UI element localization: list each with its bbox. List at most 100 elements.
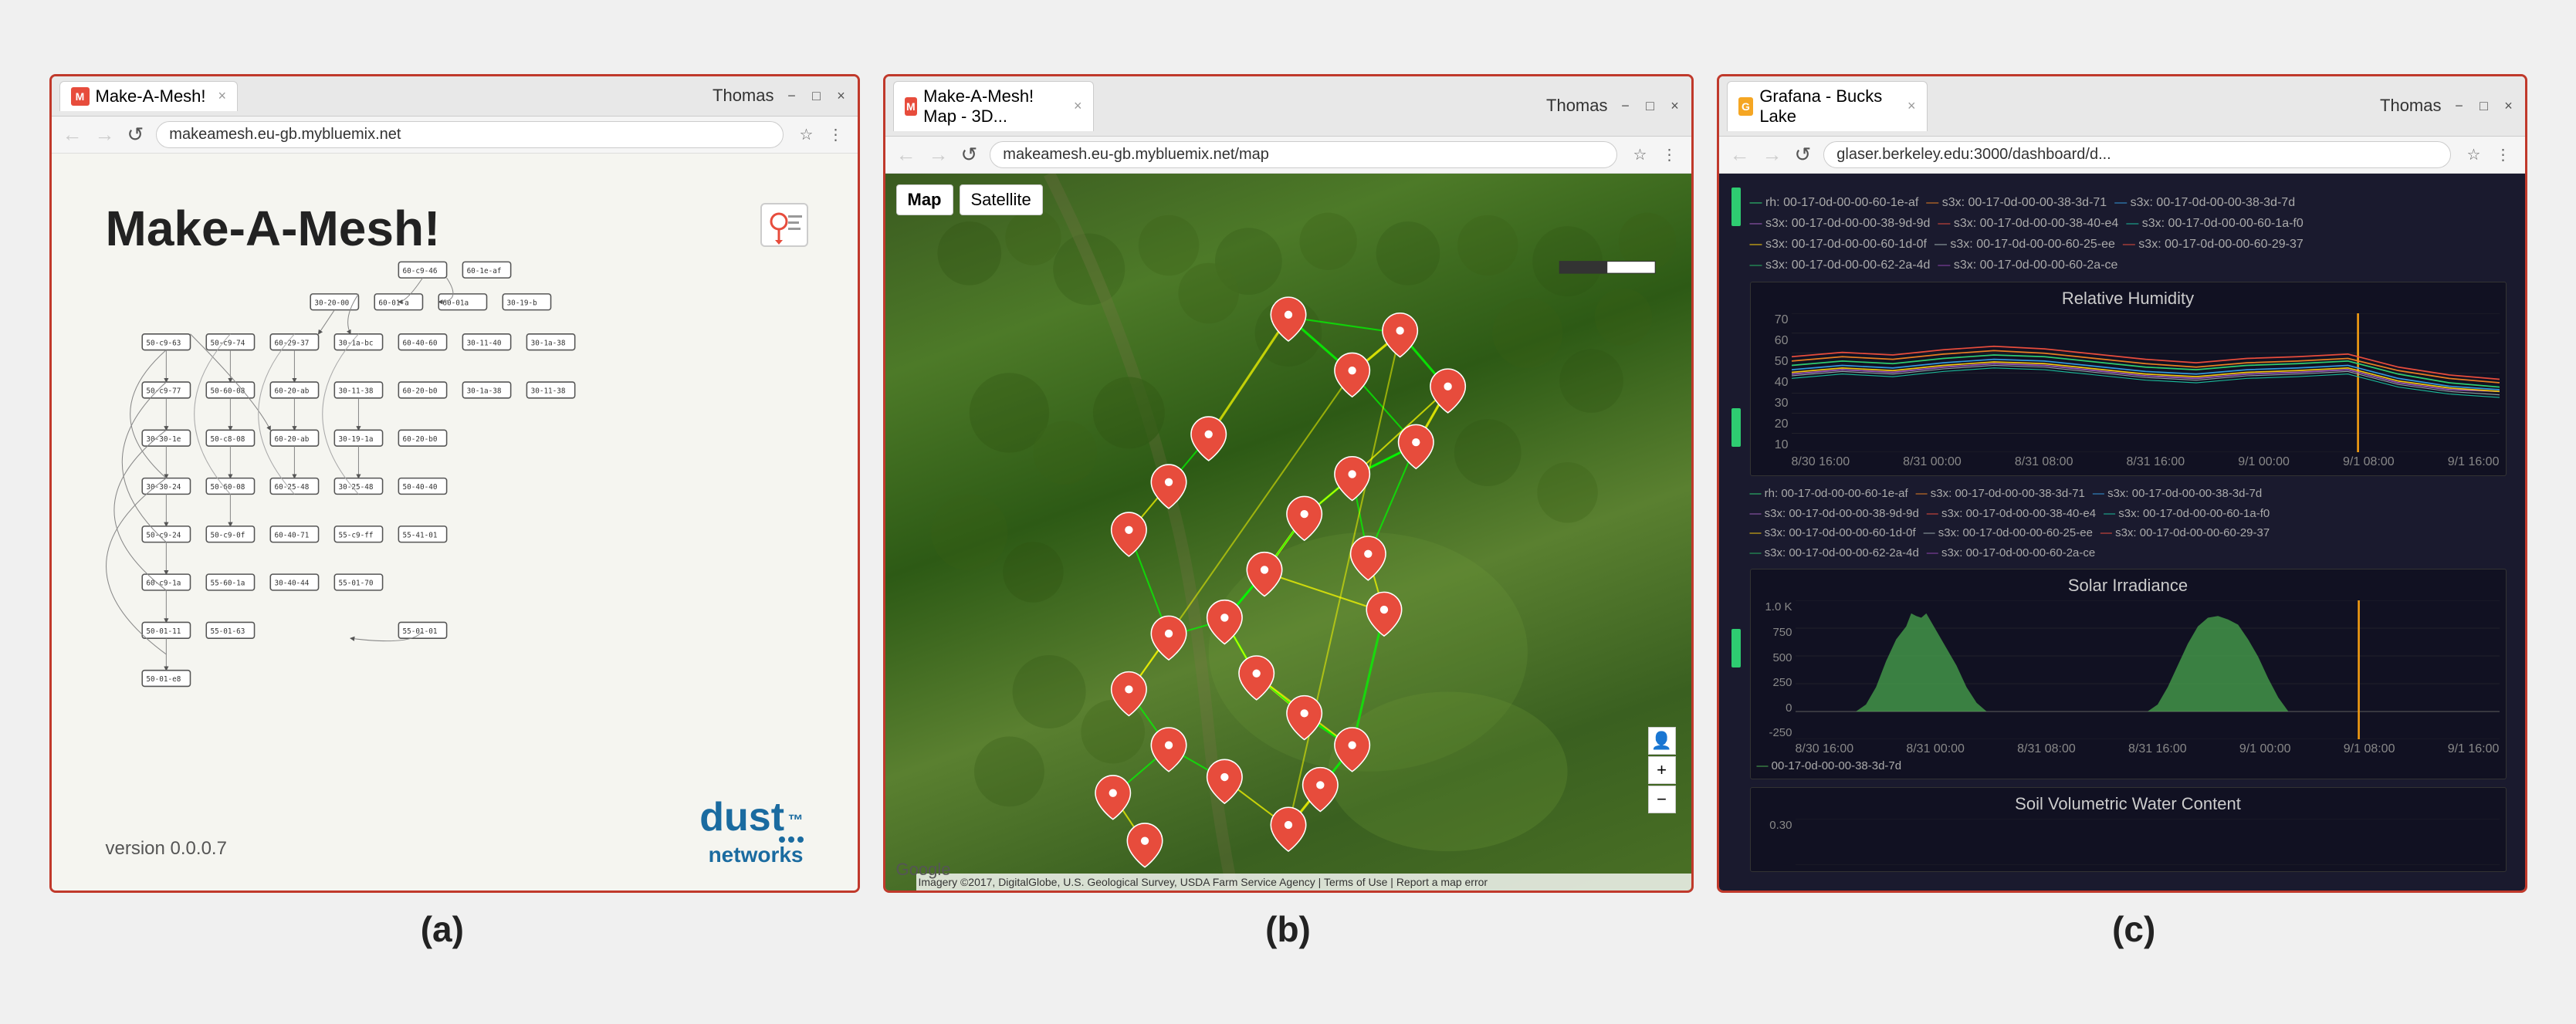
- chart-soil-y-axis: 0.30: [1757, 819, 1796, 865]
- sidebar-indicator-1: [1731, 188, 1741, 226]
- svg-text:60-20-ab: 60-20-ab: [274, 387, 309, 395]
- bookmark-icon-a[interactable]: ☆: [796, 123, 817, 145]
- chart-solar-y-axis: 1.0 K7505002500-250: [1757, 600, 1796, 739]
- svg-text:60-01a: 60-01a: [442, 299, 469, 307]
- minimize-btn-c[interactable]: −: [2451, 97, 2468, 114]
- svg-text:60-c9-46: 60-c9-46: [402, 267, 437, 275]
- svg-text:60-40-60: 60-40-60: [402, 339, 437, 347]
- menu-icon-a[interactable]: ⋮: [825, 123, 847, 145]
- map-view-btn[interactable]: Map: [896, 184, 953, 215]
- close-btn-c[interactable]: ×: [2500, 97, 2517, 114]
- bookmark-icon-b[interactable]: ☆: [1630, 144, 1651, 165]
- svg-text:60-20-ab: 60-20-ab: [274, 434, 309, 443]
- close-btn-b[interactable]: ×: [1667, 97, 1684, 114]
- svg-text:50-40-40: 50-40-40: [402, 483, 437, 492]
- browser-actions-a: ☆ ⋮: [796, 123, 847, 145]
- svg-text:30-11-38: 30-11-38: [338, 387, 373, 395]
- refresh-btn-c[interactable]: ↺: [1795, 143, 1812, 167]
- addressbar-a: ← → ↺ ☆ ⋮: [52, 117, 858, 154]
- dust-logo: dust ™ networks: [699, 794, 803, 867]
- tab-close-c[interactable]: ×: [1907, 98, 1916, 114]
- svg-text:55-60-1a: 55-60-1a: [210, 579, 245, 587]
- satellite-view-btn[interactable]: Satellite: [960, 184, 1043, 215]
- back-btn-c[interactable]: ←: [1730, 143, 1750, 167]
- addressbar-b: ← → ↺ ☆ ⋮: [885, 137, 1691, 174]
- svg-text:50-01-11: 50-01-11: [146, 627, 181, 636]
- content-c: — rh: 00-17-0d-00-00-60-1e-af — s3x: 00-…: [1719, 174, 2525, 891]
- map-pin-icon: [757, 200, 811, 254]
- svg-text:50-c8-08: 50-c8-08: [210, 434, 245, 443]
- forward-btn-a[interactable]: →: [95, 123, 115, 147]
- chart-solar-legend: — 00-17-0d-00-00-38-3d-7d: [1757, 759, 2500, 772]
- user-name-a: Thomas: [713, 86, 773, 106]
- refresh-btn-b[interactable]: ↺: [961, 143, 978, 167]
- svg-text:55-01-70: 55-01-70: [338, 579, 373, 587]
- svg-text:50-c9-77: 50-c9-77: [146, 387, 181, 395]
- forward-btn-b[interactable]: →: [929, 143, 949, 167]
- label-a: (a): [31, 908, 854, 950]
- svg-text:60-c9-1a: 60-c9-1a: [146, 579, 181, 587]
- chart-soil-area: 0.30: [1757, 819, 2500, 865]
- svg-text:30-40-44: 30-40-44: [274, 579, 309, 587]
- tab-b[interactable]: M Make-A-Mesh! Map - 3D... ×: [893, 81, 1094, 131]
- svg-text:50-c9-63: 50-c9-63: [146, 339, 181, 347]
- menu-icon-b[interactable]: ⋮: [1659, 144, 1681, 165]
- tab-close-b[interactable]: ×: [1074, 98, 1082, 114]
- grafana-main: — rh: 00-17-0d-00-00-60-1e-af — s3x: 00-…: [1742, 184, 2514, 880]
- forward-btn-c[interactable]: →: [1762, 143, 1782, 167]
- menu-icon-c[interactable]: ⋮: [2493, 144, 2514, 165]
- tab-a[interactable]: M Make-A-Mesh! ×: [59, 81, 239, 111]
- svg-text:55-c9-ff: 55-c9-ff: [338, 531, 373, 539]
- chart-solar-x-axis: 8/30 16:008/31 00:008/31 08:008/31 16:00…: [1757, 742, 2500, 756]
- user-name-b: Thomas: [1546, 96, 1607, 116]
- tab-c[interactable]: G Grafana - Bucks Lake ×: [1727, 81, 1928, 131]
- minimize-btn-a[interactable]: −: [784, 87, 801, 104]
- browser-window-c: G Grafana - Bucks Lake × Thomas − □ × ← …: [1717, 74, 2527, 894]
- titlebar-c: G Grafana - Bucks Lake × Thomas − □ ×: [1719, 76, 2525, 137]
- label-b: (b): [877, 908, 1700, 950]
- svg-text:55-01-01: 55-01-01: [402, 627, 437, 636]
- svg-text:50-01-e8: 50-01-e8: [146, 675, 181, 684]
- maximize-btn-c[interactable]: □: [2476, 97, 2493, 114]
- back-btn-b[interactable]: ←: [896, 143, 916, 167]
- address-input-b[interactable]: [990, 141, 1616, 168]
- svg-text:55-01-63: 55-01-63: [210, 627, 245, 636]
- map-controls-bar: Map Satellite: [896, 184, 1043, 215]
- svg-text:30-11-38: 30-11-38: [530, 387, 565, 395]
- chart-solar-plot: [1796, 600, 2500, 739]
- tab-close-a[interactable]: ×: [218, 88, 227, 104]
- svg-text:30-20-00: 30-20-00: [314, 299, 349, 307]
- svg-text:30-19-1a: 30-19-1a: [338, 434, 373, 443]
- maximize-btn-b[interactable]: □: [1642, 97, 1659, 114]
- svg-text:60-01-a: 60-01-a: [378, 299, 408, 307]
- network-graph: .node rect { fill: white; stroke: #555; …: [83, 254, 827, 799]
- svg-text:30-1a-38: 30-1a-38: [466, 387, 501, 395]
- favicon-c: G: [1738, 97, 1754, 116]
- favicon-a: M: [71, 87, 90, 106]
- titlebar-a: M Make-A-Mesh! × Thomas − □ ×: [52, 76, 858, 117]
- window-controls-c: − □ ×: [2451, 97, 2517, 114]
- map-zoom-controls: 👤 + −: [1648, 727, 1676, 813]
- svg-text:30-30-24: 30-30-24: [146, 483, 181, 492]
- chart-soil-title: Soil Volumetric Water Content: [1757, 794, 2500, 814]
- maximize-btn-a[interactable]: □: [808, 87, 825, 104]
- minimize-btn-b[interactable]: −: [1617, 97, 1634, 114]
- refresh-btn-a[interactable]: ↺: [127, 123, 144, 147]
- zoom-out-btn[interactable]: −: [1648, 786, 1676, 813]
- mesh-version: version 0.0.0.7: [106, 838, 227, 860]
- chart-humidity-y-axis: 70605040302010: [1757, 313, 1792, 452]
- bookmark-icon-c[interactable]: ☆: [2463, 144, 2485, 165]
- google-logo: Google: [896, 860, 951, 880]
- chart-soil: Soil Volumetric Water Content 0.30: [1750, 787, 2507, 872]
- tab-title-c: Grafana - Bucks Lake: [1759, 86, 1895, 127]
- back-btn-a[interactable]: ←: [63, 123, 83, 147]
- zoom-person-icon[interactable]: 👤: [1648, 727, 1676, 755]
- titlebar-b: M Make-A-Mesh! Map - 3D... × Thomas − □ …: [885, 76, 1691, 137]
- svg-text:60-40-71: 60-40-71: [274, 531, 309, 539]
- address-input-c[interactable]: [1823, 141, 2450, 168]
- close-btn-a[interactable]: ×: [833, 87, 850, 104]
- chart-humidity-plot: [1792, 313, 2500, 452]
- svg-text:55-41-01: 55-41-01: [402, 531, 437, 539]
- address-input-a[interactable]: [156, 121, 783, 148]
- zoom-in-btn[interactable]: +: [1648, 756, 1676, 784]
